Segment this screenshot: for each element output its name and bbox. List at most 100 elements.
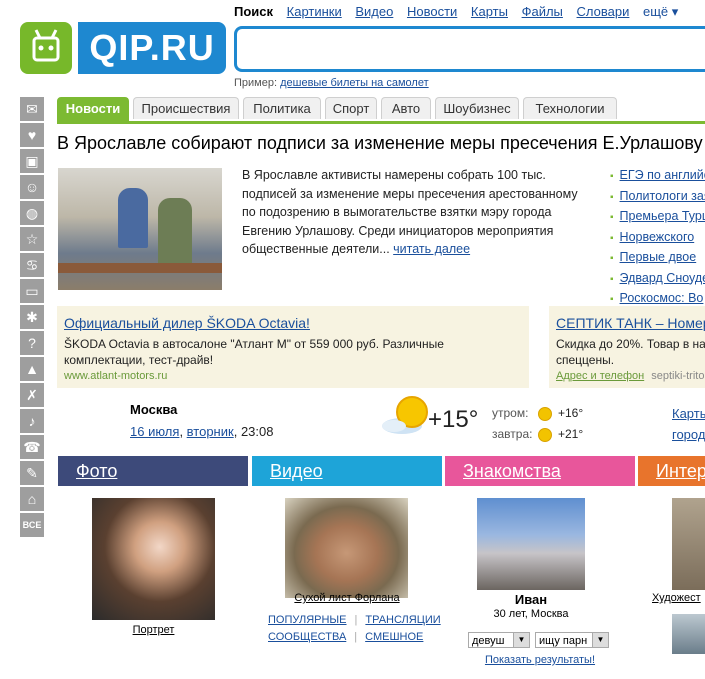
search-tab-more[interactable]: ещё ▾ — [643, 4, 678, 19]
all-services-button[interactable]: ВСЕ — [20, 513, 44, 537]
search-input[interactable] — [237, 29, 705, 69]
search-tabs: Поиск Картинки Видео Новости Карты Файлы… — [234, 4, 688, 20]
search-example-link[interactable]: дешевые билеты на самолет — [280, 77, 429, 89]
tab-sport[interactable]: Спорт — [325, 97, 377, 119]
read-more-link[interactable]: читать далее — [393, 242, 470, 256]
photo-header[interactable]: Фото — [58, 456, 248, 486]
news-link[interactable]: Эдвард Сноуден — [620, 271, 705, 285]
tab-showbiz[interactable]: Шоубизнес — [435, 97, 519, 119]
news-headline[interactable]: В Ярославле собирают подписи за изменени… — [57, 133, 703, 154]
video-broadcasts-link[interactable]: ТРАНСЛЯЦИИ — [365, 614, 440, 626]
tab-technology[interactable]: Технологии — [523, 97, 617, 119]
search-tab-news[interactable]: Новости — [407, 4, 457, 19]
ad-body: ŠKODA Octavia в автосалоне "Атлант М" от… — [64, 337, 444, 367]
star-icon[interactable]: ☆ — [20, 227, 44, 251]
dating-title[interactable]: Знакомства — [463, 461, 561, 481]
news-link[interactable]: Роскосмос: Во — [620, 291, 704, 305]
maps-link[interactable]: Карты — [672, 403, 705, 424]
weather-forecast: утром: +16° завтра: +21° — [492, 403, 583, 445]
search-example-label: Пример: — [234, 77, 278, 89]
inter-caption[interactable]: Художест — [652, 592, 701, 604]
seeking-select-value: ищу парн — [539, 635, 588, 647]
dating-name[interactable]: Иван — [477, 592, 585, 607]
inter-title[interactable]: Интер — [656, 461, 705, 481]
mail-icon[interactable]: ✉ — [20, 97, 44, 121]
dating-header[interactable]: Знакомства — [445, 456, 635, 486]
service-sidebar: ✉ ♥ ▣ ☺ ◍ ☆ ♋ ▭ ✱ ? ▲ ✗ ♪ ☎ ✎ ⌂ ВСЕ — [20, 97, 44, 539]
news-link[interactable]: Норвежского — [620, 230, 695, 244]
inter-header[interactable]: Интер — [638, 456, 705, 486]
current-time: 23:08 — [240, 424, 274, 439]
search-tab-maps[interactable]: Карты — [471, 4, 508, 19]
ad-title[interactable]: Официальный дилер ŠKODA Octavia! — [64, 315, 310, 331]
video-icon[interactable]: ▣ — [20, 149, 44, 173]
photo-thumbnail[interactable] — [92, 498, 215, 620]
news-side-links: ЕГЭ по английскому Политологи заявили Пр… — [610, 166, 705, 310]
tab-politics[interactable]: Политика — [243, 97, 321, 119]
tab-incidents[interactable]: Происшествия — [133, 97, 239, 119]
news-photo[interactable] — [58, 168, 222, 290]
qip-mascot-icon — [20, 22, 72, 74]
tab-auto[interactable]: Авто — [381, 97, 431, 119]
phone-icon[interactable]: ☎ — [20, 435, 44, 459]
search-tab-dictionaries[interactable]: Словари — [577, 4, 630, 19]
search-tab-search[interactable]: Поиск — [234, 4, 273, 19]
video-popular-link[interactable]: ПОПУЛЯРНЫЕ — [268, 614, 347, 626]
video-title[interactable]: Видео — [270, 461, 323, 481]
news-link[interactable]: Премьера Турции — [620, 209, 705, 223]
news-link[interactable]: Политологи заявили — [620, 189, 705, 203]
dating-thumbnail[interactable] — [477, 498, 585, 590]
video-caption[interactable]: Сухой лист Форлана — [272, 592, 422, 604]
people-icon[interactable]: ☺ — [20, 175, 44, 199]
search-tab-images[interactable]: Картинки — [287, 4, 342, 19]
gender-select[interactable]: девуш ▼ — [468, 632, 530, 648]
video-header[interactable]: Видео — [252, 456, 442, 486]
search-example: Пример: дешевые билеты на самолет — [234, 77, 429, 89]
news-tabs: Новости Происшествия Политика Спорт Авто… — [57, 97, 705, 124]
ad-url: Адрес и телефон septiki-triton — [556, 370, 705, 382]
seeking-select[interactable]: ищу парн ▼ — [535, 632, 609, 648]
edit-icon[interactable]: ✎ — [20, 461, 44, 485]
inter-block: Художест — [638, 486, 705, 679]
sun-small-icon — [538, 406, 552, 421]
zodiac-icon[interactable]: ♋ — [20, 253, 44, 277]
news-link[interactable]: Первые двое — [620, 250, 697, 264]
city-link[interactable]: города — [672, 424, 705, 445]
flower-icon[interactable]: ✱ — [20, 305, 44, 329]
video-thumbnail[interactable] — [285, 498, 408, 598]
qip-logo[interactable]: QIP.RU — [20, 22, 226, 74]
date-link[interactable]: 16 июля — [130, 424, 179, 439]
tab-news[interactable]: Новости — [57, 97, 129, 121]
music-icon[interactable]: ♪ — [20, 409, 44, 433]
home-icon[interactable]: ⌂ — [20, 487, 44, 511]
video-communities-link[interactable]: СООБЩЕСТВА — [268, 631, 346, 643]
ad-url[interactable]: www.atlant-motors.ru — [64, 370, 167, 382]
ad-title[interactable]: СЕПТИК ТАНК – Номер 1 — [556, 315, 705, 331]
inter-thumbnail[interactable] — [672, 498, 705, 590]
photo-caption[interactable]: Портрет — [92, 624, 215, 636]
photo-block: Портрет — [58, 486, 248, 679]
dating-info: 30 лет, Москва — [493, 608, 569, 620]
ad-address-link[interactable]: Адрес и телефон — [556, 370, 644, 382]
inter-thumbnail[interactable] — [672, 614, 705, 654]
chevron-down-icon: ▼ — [513, 633, 529, 647]
current-temperature: +15° — [428, 406, 479, 433]
weekday-link[interactable]: вторник — [187, 424, 234, 439]
search-tab-files[interactable]: Файлы — [522, 4, 563, 19]
question-icon[interactable]: ? — [20, 331, 44, 355]
sport-icon[interactable]: ✗ — [20, 383, 44, 407]
heart-icon[interactable]: ♥ — [20, 123, 44, 147]
show-results-link[interactable]: Показать результаты! — [467, 654, 613, 666]
tomorrow-label: завтра: — [492, 427, 533, 441]
search-tab-video[interactable]: Видео — [355, 4, 393, 19]
news-link[interactable]: ЕГЭ по английскому — [620, 168, 705, 182]
monitor-icon[interactable]: ▭ — [20, 279, 44, 303]
graduation-icon[interactable]: ▲ — [20, 357, 44, 381]
photo-railing — [58, 263, 222, 273]
morning-label: утром: — [492, 406, 529, 420]
globe-icon[interactable]: ◍ — [20, 201, 44, 225]
video-links: ПОПУЛЯРНЫЕ | ТРАНСЛЯЦИИ СООБЩЕСТВА | СМЕШНОЕ — [268, 614, 441, 643]
video-funny-link[interactable]: СМЕШНОЕ — [365, 631, 423, 643]
ad-block: Официальный дилер ŠKODA Octavia! ŠKODA O… — [57, 306, 529, 388]
photo-title[interactable]: Фото — [76, 461, 117, 481]
